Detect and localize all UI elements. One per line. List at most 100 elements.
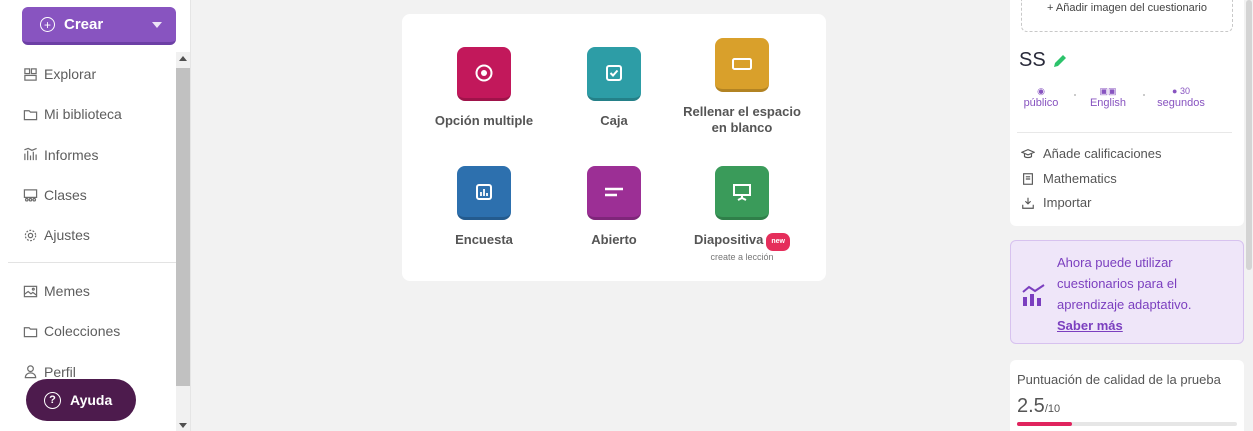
- import-label: Importar: [1043, 195, 1092, 210]
- sidebar-item-label: Colecciones: [44, 323, 121, 340]
- pencil-icon[interactable]: [1052, 53, 1068, 69]
- quality-score-panel: Puntuación de calidad de la prueba 2.5/1…: [1010, 360, 1244, 431]
- explore-icon: [22, 66, 38, 82]
- question-type-label: Diapositiva new: [674, 232, 810, 251]
- sidebar: + Crear Explorar Mi biblioteca Informes …: [0, 0, 191, 431]
- adaptive-chart-icon: [1022, 284, 1045, 306]
- page-scrollbar-thumb[interactable]: [1246, 0, 1252, 270]
- learn-more-link[interactable]: Saber más: [1057, 318, 1123, 333]
- classes-icon: [22, 187, 38, 203]
- sidebar-nav: Explorar Mi biblioteca Informes Clases A…: [0, 54, 176, 255]
- question-type-label: Rellenar el espacio en blanco: [683, 104, 801, 135]
- eye-icon: ◉: [1037, 86, 1045, 96]
- question-type-fill-blank[interactable]: Rellenar el espacio en blanco: [674, 38, 810, 136]
- subject-label: Mathematics: [1043, 171, 1117, 186]
- time-setting[interactable]: ● 30 segundos: [1152, 84, 1210, 110]
- question-type-label: Abierto: [591, 232, 637, 247]
- create-button-label: Crear: [64, 16, 104, 33]
- add-image-button[interactable]: + Añadir imagen del cuestionario: [1021, 0, 1233, 32]
- slide-icon: [715, 166, 769, 220]
- quality-score: 2.5/10: [1017, 395, 1060, 418]
- import-icon: [1022, 197, 1034, 209]
- question-type-poll[interactable]: Encuesta: [416, 166, 552, 248]
- add-grades-label: Añade calificaciones: [1043, 146, 1162, 161]
- sidebar-item-explorar[interactable]: Explorar: [0, 54, 176, 94]
- sidebar-item-memes[interactable]: Memes: [0, 271, 176, 311]
- collections-icon: [22, 323, 38, 339]
- add-grades-button[interactable]: Añade calificaciones: [1021, 146, 1162, 161]
- page-scrollbar[interactable]: [1245, 0, 1253, 431]
- help-button-label: Ayuda: [70, 392, 113, 408]
- sidebar-item-informes[interactable]: Informes: [0, 135, 176, 175]
- reports-icon: [22, 147, 38, 163]
- checkbox-icon: [587, 47, 641, 101]
- time-number: 30: [1179, 86, 1190, 96]
- quality-score-value: 2.5: [1017, 395, 1045, 417]
- memes-icon: [22, 283, 38, 299]
- book-icon: [1023, 172, 1033, 185]
- question-type-sublabel: create a lección: [710, 252, 774, 262]
- sidebar-item-label: Explorar: [44, 66, 97, 83]
- language-value: English: [1089, 97, 1127, 109]
- sidebar-item-label: Mi biblioteca: [44, 106, 122, 123]
- meta-separator: [1074, 94, 1076, 96]
- new-badge: new: [766, 233, 790, 251]
- sidebar-item-label: Ajustes: [44, 227, 90, 244]
- question-type-label: Encuesta: [455, 232, 513, 247]
- sidebar-item-label: Perfil: [44, 363, 76, 380]
- sidebar-item-ajustes[interactable]: Ajustes: [0, 215, 176, 255]
- question-type-label-text: Diapositiva: [694, 232, 764, 247]
- radio-icon: [457, 47, 511, 101]
- question-type-checkbox[interactable]: Caja: [546, 47, 682, 129]
- sidebar-item-label: Memes: [44, 283, 90, 300]
- question-type-label: Opción multiple: [434, 113, 534, 128]
- help-button[interactable]: ? Ayuda: [26, 379, 136, 421]
- sidebar-item-mi-biblioteca[interactable]: Mi biblioteca: [0, 94, 176, 134]
- question-type-slide[interactable]: Diapositiva new create a lección: [674, 166, 810, 262]
- chevron-down-icon[interactable]: [152, 22, 162, 28]
- question-type-label: Caja: [600, 113, 628, 128]
- quiz-title: SS: [1019, 49, 1068, 72]
- sidebar-item-colecciones[interactable]: Colecciones: [0, 311, 176, 351]
- quiz-title-text: SS: [1019, 49, 1046, 71]
- graduation-cap-icon: [1021, 148, 1035, 158]
- visibility-setting[interactable]: ◉ público: [1021, 84, 1061, 110]
- gear-icon: [22, 227, 38, 243]
- scroll-up-icon[interactable]: [179, 56, 187, 61]
- open-icon: [587, 166, 641, 220]
- quality-title: Puntuación de calidad de la prueba: [1017, 372, 1221, 387]
- question-icon: ?: [44, 391, 61, 409]
- sidebar-item-clases[interactable]: Clases: [0, 175, 176, 215]
- adaptive-banner-text: Ahora puede utilizar cuestionarios para …: [1057, 252, 1237, 336]
- sidebar-nav-secondary: Memes Colecciones Perfil: [0, 271, 176, 392]
- blank-icon: [715, 38, 769, 92]
- sidebar-scrollbar-thumb[interactable]: [176, 68, 190, 386]
- quiz-settings-panel: [1010, 0, 1244, 226]
- import-button[interactable]: Importar: [1021, 195, 1091, 210]
- scroll-down-icon[interactable]: [179, 423, 187, 428]
- quality-progress-fill: [1017, 422, 1072, 426]
- question-type-open[interactable]: Abierto: [546, 166, 682, 248]
- meta-separator: [1143, 94, 1145, 96]
- profile-icon: [22, 364, 38, 380]
- sidebar-item-label: Informes: [44, 146, 99, 163]
- quality-progress-bar: [1017, 422, 1237, 426]
- sidebar-item-label: Clases: [44, 187, 87, 204]
- time-unit: segundos: [1157, 97, 1205, 109]
- language-icon: ▣▣: [1099, 86, 1117, 96]
- poll-icon: [457, 166, 511, 220]
- question-type-card: Opción multiple Caja Rellenar el espacio…: [402, 14, 826, 281]
- adaptive-message: Ahora puede utilizar cuestionarios para …: [1057, 255, 1192, 312]
- adaptive-learning-banner: Ahora puede utilizar cuestionarios para …: [1010, 240, 1244, 344]
- quality-score-max: /10: [1044, 403, 1061, 415]
- question-type-multiple-choice[interactable]: Opción multiple: [416, 47, 552, 129]
- visibility-value: público: [1023, 97, 1059, 109]
- clock-icon: ● 30: [1172, 86, 1190, 96]
- panel-divider: [1017, 132, 1232, 133]
- plus-circle-icon: +: [40, 17, 55, 32]
- folder-icon: [22, 106, 38, 122]
- create-button[interactable]: + Crear: [22, 7, 176, 45]
- language-setting[interactable]: ▣▣ English: [1086, 84, 1130, 110]
- sidebar-divider: [8, 262, 176, 263]
- subject-button[interactable]: Mathematics: [1021, 171, 1117, 186]
